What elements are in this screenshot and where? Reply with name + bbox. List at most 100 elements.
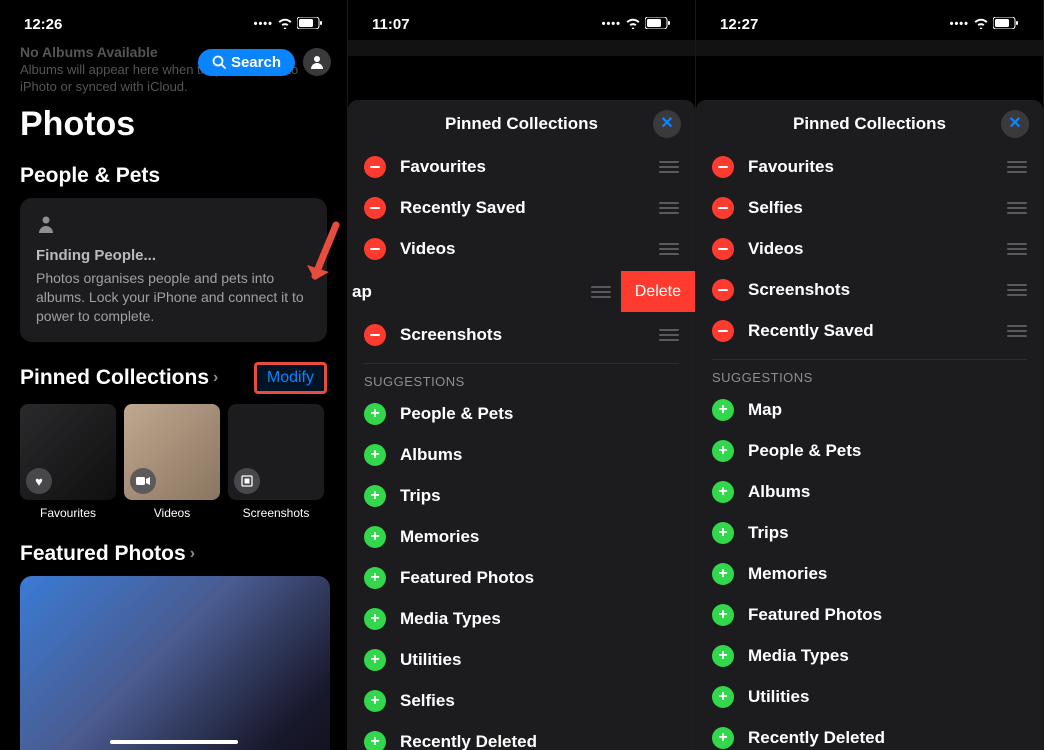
suggestions-header: SUGGESTIONS xyxy=(696,364,1043,387)
remove-button[interactable] xyxy=(712,156,734,178)
add-button[interactable]: + xyxy=(364,403,386,425)
add-button[interactable]: + xyxy=(364,444,386,466)
remove-button[interactable] xyxy=(364,156,386,178)
grip-icon[interactable] xyxy=(1007,161,1027,173)
add-button[interactable]: + xyxy=(364,567,386,589)
add-button[interactable]: + xyxy=(364,485,386,507)
profile-button[interactable] xyxy=(303,48,331,76)
suggestion-row[interactable]: + Utilities xyxy=(696,676,1043,717)
pinned-row[interactable]: Screenshots xyxy=(348,314,695,355)
pinned-collections-sheet: Pinned Collections ✕ Favourites Recently… xyxy=(348,100,695,750)
pinned-collections-title[interactable]: Pinned Collections › xyxy=(20,366,218,390)
add-button[interactable]: + xyxy=(364,731,386,750)
row-label: Selfies xyxy=(748,198,993,218)
add-button[interactable]: + xyxy=(364,608,386,630)
add-button[interactable]: + xyxy=(712,440,734,462)
home-indicator[interactable] xyxy=(110,740,238,744)
remove-button[interactable] xyxy=(364,324,386,346)
signal-dots-icon: •••• xyxy=(602,18,621,30)
thumb-videos[interactable]: Videos xyxy=(124,404,220,520)
add-button[interactable]: + xyxy=(712,481,734,503)
grip-icon[interactable] xyxy=(659,243,679,255)
pinned-row[interactable]: Favourites xyxy=(696,146,1043,187)
suggestion-row[interactable]: + Utilities xyxy=(348,639,695,680)
add-button[interactable]: + xyxy=(712,686,734,708)
close-button[interactable]: ✕ xyxy=(653,110,681,138)
modify-button[interactable]: Modify xyxy=(254,362,327,394)
suggestion-row[interactable]: + Recently Deleted xyxy=(348,721,695,750)
close-icon: ✕ xyxy=(660,116,673,132)
row-label: Featured Photos xyxy=(748,605,1027,625)
suggestion-row[interactable]: + Selfies xyxy=(348,680,695,721)
thumb-label: Screenshots xyxy=(243,506,310,520)
grip-icon[interactable] xyxy=(1007,284,1027,296)
add-button[interactable]: + xyxy=(712,399,734,421)
thumb-favourites[interactable]: ♥ Favourites xyxy=(20,404,116,520)
pinned-row[interactable]: Videos xyxy=(696,228,1043,269)
row-label: Recently Deleted xyxy=(400,732,679,750)
grip-icon[interactable] xyxy=(591,286,611,298)
pinned-row[interactable]: Screenshots xyxy=(696,269,1043,310)
grip-icon[interactable] xyxy=(659,202,679,214)
finding-people-card: Finding People... Photos organises peopl… xyxy=(20,198,327,342)
add-button[interactable]: + xyxy=(712,522,734,544)
battery-icon xyxy=(297,16,323,33)
remove-button[interactable] xyxy=(712,197,734,219)
pinned-row[interactable]: Selfies xyxy=(696,187,1043,228)
suggestion-row[interactable]: + Featured Photos xyxy=(696,594,1043,635)
suggestion-row[interactable]: + People & Pets xyxy=(348,393,695,434)
swiped-row-map[interactable]: ap Delete xyxy=(348,271,695,312)
remove-button[interactable] xyxy=(364,197,386,219)
suggestion-row[interactable]: + Map xyxy=(696,389,1043,430)
suggestion-row[interactable]: + Recently Deleted xyxy=(696,717,1043,750)
suggestion-row[interactable]: + Featured Photos xyxy=(348,557,695,598)
remove-button[interactable] xyxy=(712,279,734,301)
person-icon xyxy=(309,54,325,70)
add-button[interactable]: + xyxy=(712,645,734,667)
thumb-screenshots[interactable]: Screenshots xyxy=(228,404,324,520)
status-icons: •••• xyxy=(254,16,323,33)
status-time: 11:07 xyxy=(372,16,410,33)
pinned-collections-sheet: Pinned Collections ✕ Favourites Selfies … xyxy=(696,100,1043,750)
featured-photos-title[interactable]: Featured Photos › xyxy=(0,520,347,576)
suggestion-row[interactable]: + People & Pets xyxy=(696,430,1043,471)
add-button[interactable]: + xyxy=(364,526,386,548)
suggestion-row[interactable]: + Media Types xyxy=(348,598,695,639)
sheet-backdrop xyxy=(348,40,695,56)
signal-dots-icon: •••• xyxy=(950,18,969,30)
remove-button[interactable] xyxy=(712,320,734,342)
add-button[interactable]: + xyxy=(712,727,734,749)
pinned-row[interactable]: Favourites xyxy=(348,146,695,187)
suggestion-row[interactable]: + Memories xyxy=(348,516,695,557)
pinned-row[interactable]: Recently Saved xyxy=(348,187,695,228)
add-button[interactable]: + xyxy=(712,563,734,585)
add-button[interactable]: + xyxy=(712,604,734,626)
grip-icon[interactable] xyxy=(659,161,679,173)
search-button[interactable]: Search xyxy=(198,49,295,76)
pinned-row[interactable]: Recently Saved xyxy=(696,310,1043,351)
suggestion-row[interactable]: + Trips xyxy=(696,512,1043,553)
row-label: Favourites xyxy=(748,157,993,177)
suggestion-row[interactable]: + Albums xyxy=(348,434,695,475)
screenshot-icon xyxy=(234,468,260,494)
close-button[interactable]: ✕ xyxy=(1001,110,1029,138)
close-icon: ✕ xyxy=(1008,116,1021,132)
divider xyxy=(364,363,679,364)
suggestion-row[interactable]: + Trips xyxy=(348,475,695,516)
delete-button[interactable]: Delete xyxy=(621,271,695,312)
pinned-row[interactable]: Videos xyxy=(348,228,695,269)
add-button[interactable]: + xyxy=(364,649,386,671)
row-label: Favourites xyxy=(400,157,645,177)
suggestion-row[interactable]: + Albums xyxy=(696,471,1043,512)
add-button[interactable]: + xyxy=(364,690,386,712)
grip-icon[interactable] xyxy=(1007,325,1027,337)
people-pets-title: People & Pets xyxy=(0,152,347,198)
grip-icon[interactable] xyxy=(1007,243,1027,255)
remove-button[interactable] xyxy=(712,238,734,260)
suggestion-row[interactable]: + Media Types xyxy=(696,635,1043,676)
suggestion-row[interactable]: + Memories xyxy=(696,553,1043,594)
grip-icon[interactable] xyxy=(659,329,679,341)
featured-photo-hero[interactable] xyxy=(20,576,330,750)
remove-button[interactable] xyxy=(364,238,386,260)
grip-icon[interactable] xyxy=(1007,202,1027,214)
